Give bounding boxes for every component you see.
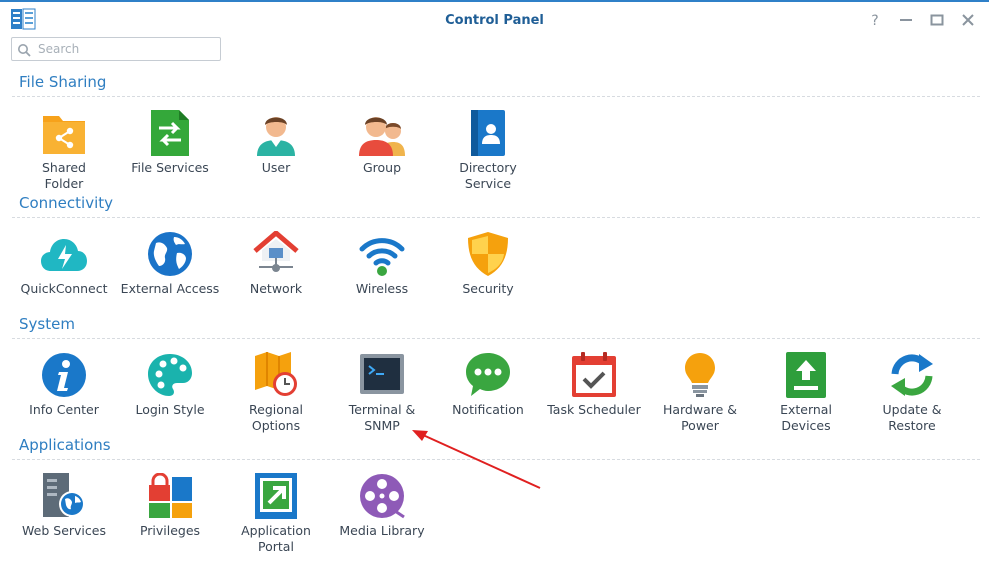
directory-service-item[interactable]: Directory Service	[436, 110, 540, 210]
external-access-item[interactable]: External Access	[118, 231, 222, 331]
item-label: Wireless	[355, 281, 409, 296]
item-label: Privileges	[139, 523, 201, 538]
film-reel-icon	[359, 473, 405, 519]
item-label: Security	[462, 281, 514, 296]
web-server-icon	[41, 473, 87, 519]
item-label: Directory Service	[459, 160, 517, 191]
file-services-icon	[147, 110, 193, 156]
close-icon[interactable]	[959, 11, 977, 29]
item-label: Regional Options	[249, 402, 303, 433]
item-label: Notification	[452, 402, 524, 417]
quickconnect-icon	[41, 231, 87, 277]
group-icon	[359, 110, 405, 156]
search-icon	[17, 42, 31, 61]
globe-icon	[147, 231, 193, 277]
user-icon	[253, 110, 299, 156]
section-title-system: System	[19, 315, 75, 333]
application-portal-item[interactable]: Application Portal	[224, 473, 328, 573]
section-divider	[12, 459, 980, 460]
lightbulb-icon	[677, 352, 723, 398]
search-box[interactable]	[11, 37, 221, 61]
minimize-icon[interactable]	[897, 11, 915, 29]
item-label: Shared Folder	[41, 160, 86, 191]
external-devices-item[interactable]: External Devices	[754, 352, 858, 452]
refresh-icon	[889, 352, 935, 398]
directory-service-icon	[465, 110, 511, 156]
login-style-item[interactable]: Login Style	[118, 352, 222, 452]
item-label: Group	[362, 160, 402, 175]
task-scheduler-item[interactable]: Task Scheduler	[542, 352, 646, 452]
group-item[interactable]: Group	[330, 110, 434, 210]
help-icon[interactable]: ?	[866, 11, 884, 29]
window-title: Control Panel	[445, 13, 544, 28]
section-title-file-sharing: File Sharing	[19, 73, 107, 91]
regional-options-item[interactable]: Regional Options	[224, 352, 328, 452]
wifi-icon	[359, 231, 405, 277]
item-label: Media Library	[339, 523, 425, 538]
privileges-icon	[147, 472, 193, 519]
item-label: QuickConnect	[20, 281, 108, 296]
search-input[interactable]	[38, 40, 216, 58]
item-label: Login Style	[135, 402, 205, 417]
control-panel-window: Control Panel ? File Sharing	[0, 0, 989, 575]
item-label: External Devices	[780, 402, 832, 433]
item-label: Application Portal	[241, 523, 311, 554]
update-restore-item[interactable]: Update & Restore	[860, 352, 964, 452]
terminal-icon	[359, 352, 405, 398]
item-label: User	[261, 160, 291, 175]
item-label: External Access	[120, 281, 220, 296]
map-clock-icon	[253, 352, 299, 398]
section-divider	[12, 338, 980, 339]
item-label: File Services	[131, 160, 209, 175]
info-icon	[41, 352, 87, 398]
user-item[interactable]: User	[224, 110, 328, 210]
external-drive-icon	[783, 352, 829, 398]
terminal-snmp-item[interactable]: Terminal & SNMP	[330, 352, 434, 452]
maximize-icon[interactable]	[928, 11, 946, 29]
item-label: Task Scheduler	[547, 402, 641, 417]
palette-icon	[147, 352, 193, 398]
media-library-item[interactable]: Media Library	[330, 473, 434, 573]
hardware-power-item[interactable]: Hardware & Power	[648, 352, 752, 452]
shield-icon	[465, 231, 511, 277]
notification-item[interactable]: Notification	[436, 352, 540, 452]
item-label: Terminal & SNMP	[348, 402, 416, 433]
item-label: Info Center	[29, 402, 99, 417]
section-title-applications: Applications	[19, 436, 111, 454]
web-services-item[interactable]: Web Services	[12, 473, 116, 573]
item-label: Hardware & Power	[662, 402, 738, 433]
shared-folder-icon	[41, 110, 87, 156]
network-house-icon	[253, 230, 299, 277]
item-label: Network	[249, 281, 303, 296]
svg-text:?: ?	[871, 13, 878, 29]
portal-arrow-icon	[253, 473, 299, 519]
wireless-item[interactable]: Wireless	[330, 231, 434, 331]
privileges-item[interactable]: Privileges	[118, 472, 222, 573]
file-services-item[interactable]: File Services	[118, 110, 222, 210]
calendar-check-icon	[571, 352, 617, 398]
section-divider	[12, 217, 980, 218]
item-label: Update & Restore	[882, 402, 942, 433]
item-label: Web Services	[22, 523, 106, 538]
chat-bubble-icon	[465, 352, 511, 398]
security-item[interactable]: Security	[436, 231, 540, 331]
title-bar: Control Panel ?	[0, 0, 989, 36]
network-item[interactable]: Network	[224, 230, 328, 331]
section-divider	[12, 96, 980, 97]
section-title-connectivity: Connectivity	[19, 194, 113, 212]
